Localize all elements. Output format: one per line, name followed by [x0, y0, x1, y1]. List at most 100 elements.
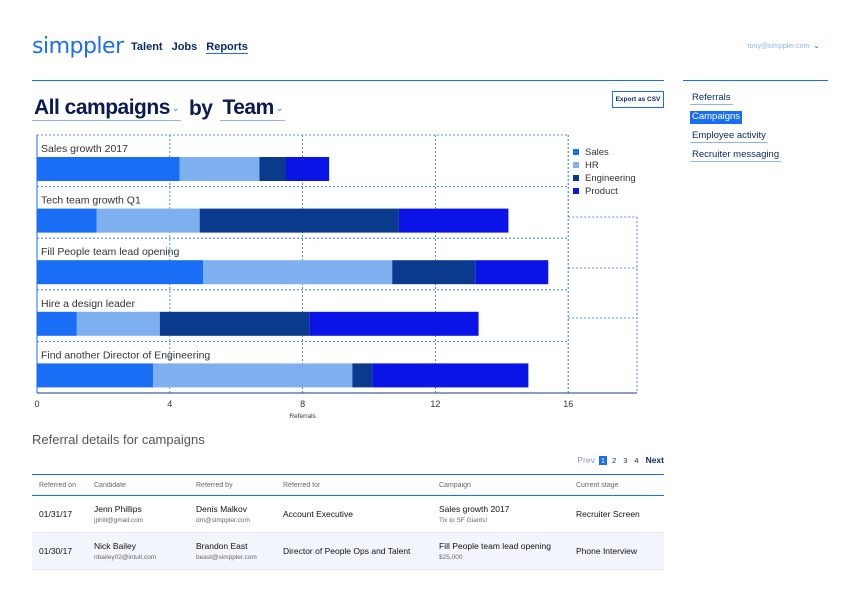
details-title: Referral details for campaigns	[32, 432, 205, 447]
chevron-down-icon: ⌄	[813, 41, 820, 50]
pagination-prev[interactable]: Prev	[577, 455, 594, 465]
pagination-next[interactable]: Next	[646, 455, 664, 465]
column-header[interactable]: Referred by	[189, 482, 276, 489]
bar-segment	[37, 363, 154, 388]
referrer-name[interactable]: Brandon East	[196, 541, 276, 551]
page-2[interactable]: 2	[610, 456, 618, 465]
referrer-email: beast@simppler.com	[196, 554, 257, 561]
referrer-name[interactable]: Denis Malkov	[196, 504, 276, 514]
tick-label: 8	[300, 399, 305, 409]
legend-swatch	[573, 188, 579, 194]
bar-segment	[352, 363, 373, 388]
bar-segment	[96, 208, 200, 233]
group-by-selector[interactable]: Team ⌄	[220, 96, 285, 121]
export-csv-button[interactable]: Export as CSV	[612, 91, 664, 108]
tick-label: 0	[34, 399, 39, 409]
bar-segment	[475, 260, 549, 285]
referrer-cell: Denis Malkov dm@simppler.com	[189, 504, 276, 524]
page-1[interactable]: 1	[598, 455, 608, 465]
category-label: Hire a design leader	[41, 298, 135, 310]
referrer-email: dm@simppler.com	[196, 517, 250, 524]
bar-segment	[286, 157, 330, 181]
bar-segment	[159, 311, 310, 336]
bar-segment	[37, 157, 180, 181]
tick-label: 4	[167, 399, 172, 409]
bar-segment	[199, 208, 399, 233]
campaign-cell: Sales growth 2017 Tix to SF Giants!	[432, 504, 569, 524]
referral-table: Referred on Candidate Referred by Referr…	[32, 474, 664, 570]
sidebar-item-referrals[interactable]: Referrals	[690, 92, 733, 105]
main-divider	[32, 80, 664, 81]
campaign-note: Tix to SF Giants!	[439, 517, 488, 524]
candidate-name[interactable]: Jenn Phillips	[94, 504, 189, 514]
category-label: Sales growth 2017	[41, 143, 128, 155]
table-row[interactable]: 01/30/17 Nick Bailey nbailey02@intuit.co…	[32, 533, 664, 570]
category-label: Tech team growth Q1	[41, 195, 141, 207]
page-title: All campaigns ⌄ by Team ⌄	[32, 96, 285, 121]
referred-for: Account Executive	[283, 509, 353, 519]
current-stage: Phone Interview	[576, 546, 637, 556]
bar-segment	[309, 311, 479, 336]
sidebar-item-employee-activity[interactable]: Employee activity	[690, 130, 768, 143]
legend-swatch	[573, 162, 579, 168]
legend-swatch	[573, 175, 579, 181]
legend-swatch	[573, 149, 579, 155]
bar-segment	[392, 260, 476, 285]
sidebar-item-campaigns[interactable]: Campaigns	[690, 111, 743, 124]
table-row[interactable]: 01/31/17 Jenn Phillips jphill@gmail.com …	[32, 496, 664, 533]
chevron-down-icon: ⌄	[275, 102, 284, 113]
user-menu[interactable]: tony@simppler.com ⌄	[748, 41, 820, 50]
legend-label: Product	[585, 186, 618, 197]
nav-jobs[interactable]: Jobs	[172, 41, 198, 54]
bar-segment	[76, 311, 160, 336]
campaign-name[interactable]: Sales growth 2017	[439, 504, 569, 514]
referred-on: 01/30/17	[39, 546, 73, 556]
bar-segment	[398, 208, 509, 233]
column-header[interactable]: Referred on	[32, 482, 87, 489]
campaign-note: $25,000	[439, 554, 463, 561]
referrer-cell: Brandon East beast@simppler.com	[189, 541, 276, 561]
referred-for: Director of People Ops and Talent	[283, 546, 411, 556]
column-header[interactable]: Campaign	[432, 482, 569, 489]
heading-connector: by	[188, 97, 213, 120]
referred-on: 01/31/17	[39, 509, 73, 519]
page-4[interactable]: 4	[632, 456, 640, 465]
top-nav: Talent Jobs Reports	[131, 41, 248, 54]
candidate-email: jphill@gmail.com	[94, 517, 144, 524]
group-by-selector-label: Team	[222, 96, 274, 119]
campaign-name[interactable]: Fill People team lead opening	[439, 541, 569, 551]
column-header[interactable]: Referred for	[276, 482, 432, 489]
nav-reports[interactable]: Reports	[206, 41, 248, 54]
legend-label: Sales	[585, 147, 609, 158]
simppler-logo[interactable]: simppler	[32, 34, 124, 59]
tick-label: 12	[430, 399, 440, 409]
candidate-name[interactable]: Nick Bailey	[94, 541, 189, 551]
bar-segment	[203, 260, 393, 285]
bar-segment	[37, 260, 203, 285]
table-header: Referred on Candidate Referred by Referr…	[32, 474, 664, 496]
current-stage: Recruiter Screen	[576, 509, 640, 519]
bar-segment	[259, 157, 286, 181]
tick-label: 16	[563, 399, 573, 409]
chevron-down-icon: ⌄	[171, 102, 180, 113]
bar-segment	[37, 208, 97, 233]
reports-sidebar: Referrals Campaigns Employee activity Re…	[690, 92, 782, 162]
sidebar-divider	[683, 80, 828, 81]
column-header[interactable]: Current stage	[569, 482, 664, 489]
pagination: Prev 1 2 3 4 Next	[577, 455, 664, 465]
campaign-cell: Fill People team lead opening $25,000	[432, 541, 569, 561]
campaign-selector[interactable]: All campaigns ⌄	[32, 96, 181, 121]
sidebar-item-recruiter-messaging[interactable]: Recruiter messaging	[690, 149, 782, 162]
bar-segment	[153, 363, 353, 388]
nav-talent[interactable]: Talent	[131, 41, 163, 54]
legend-label: Engineering	[585, 173, 636, 184]
campaigns-bar-chart: Sales growth 2017 Tech team growth Q1 Fill…	[34, 134, 638, 420]
bar-segment	[372, 363, 529, 388]
candidate-email: nbailey02@intuit.com	[94, 554, 157, 561]
campaign-selector-label: All campaigns	[34, 96, 170, 119]
column-header[interactable]: Candidate	[87, 482, 189, 489]
candidate-cell: Nick Bailey nbailey02@intuit.com	[87, 541, 189, 561]
category-label: Find another Director of Engineering	[41, 349, 210, 361]
user-email: tony@simppler.com	[747, 43, 810, 50]
page-3[interactable]: 3	[621, 456, 629, 465]
